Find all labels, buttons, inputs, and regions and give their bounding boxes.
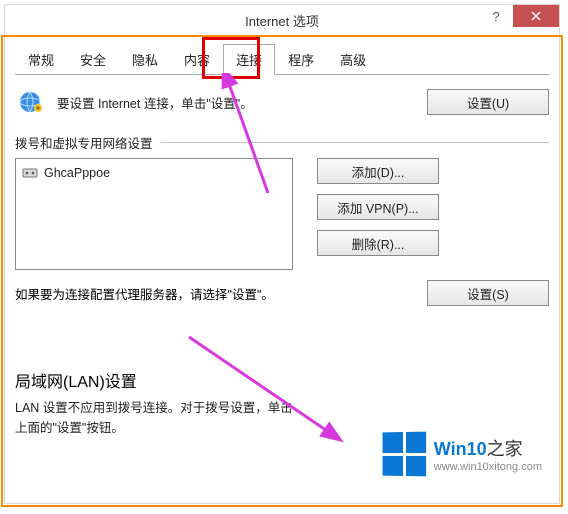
tab-connections[interactable]: 连接 bbox=[223, 44, 275, 75]
proxy-text: 如果要为连接配置代理服务器，请选择"设置"。 bbox=[15, 284, 417, 303]
watermark: Win10之家 www.win10xitong.com bbox=[382, 432, 542, 476]
close-icon bbox=[531, 11, 541, 21]
connections-listbox[interactable]: GhcaPppoe bbox=[15, 158, 293, 270]
setup-button[interactable]: 设置(U) bbox=[427, 89, 549, 115]
setup-row: 要设置 Internet 连接，单击"设置"。 设置(U) bbox=[17, 89, 549, 115]
setup-text: 要设置 Internet 连接，单击"设置"。 bbox=[57, 93, 417, 112]
titlebar: Internet 选项 ? bbox=[5, 5, 559, 35]
list-item-label: GhcaPppoe bbox=[44, 166, 110, 180]
windows-logo-icon bbox=[382, 432, 426, 477]
tab-programs[interactable]: 程序 bbox=[275, 44, 327, 74]
add-button[interactable]: 添加(D)... bbox=[317, 158, 439, 184]
tab-bar: 常规 安全 隐私 内容 连接 程序 高级 bbox=[15, 45, 549, 75]
tab-general[interactable]: 常规 bbox=[15, 44, 67, 74]
lan-group-text: 局域网(LAN)设置 bbox=[15, 368, 137, 392]
window-title: Internet 选项 bbox=[245, 11, 319, 30]
dial-group-text: 拨号和虚拟专用网络设置 bbox=[15, 133, 153, 152]
watermark-brand-a: Win10 bbox=[434, 439, 487, 459]
tab-privacy[interactable]: 隐私 bbox=[119, 44, 171, 74]
watermark-brand-b: 之家 bbox=[487, 439, 523, 459]
remove-button[interactable]: 删除(R)... bbox=[317, 230, 439, 256]
tab-security[interactable]: 安全 bbox=[67, 44, 119, 74]
dial-row: GhcaPppoe 添加(D)... 添加 VPN(P)... 删除(R)... bbox=[15, 158, 549, 270]
divider bbox=[161, 142, 549, 143]
add-vpn-button[interactable]: 添加 VPN(P)... bbox=[317, 194, 439, 220]
close-button[interactable] bbox=[513, 5, 559, 27]
help-button[interactable]: ? bbox=[481, 5, 511, 27]
tab-content[interactable]: 内容 bbox=[171, 44, 223, 74]
proxy-row: 如果要为连接配置代理服务器，请选择"设置"。 设置(S) bbox=[15, 280, 549, 306]
dial-group-label: 拨号和虚拟专用网络设置 bbox=[15, 133, 549, 152]
list-item[interactable]: GhcaPppoe bbox=[20, 163, 288, 183]
lan-description: LAN 设置不应用到拨号连接。对于拨号设置，单击上面的"设置"按钮。 bbox=[15, 398, 305, 438]
dial-buttons: 添加(D)... 添加 VPN(P)... 删除(R)... bbox=[307, 158, 439, 270]
watermark-url: www.win10xitong.com bbox=[434, 461, 542, 473]
tab-advanced[interactable]: 高级 bbox=[327, 44, 379, 74]
lan-group-label: 局域网(LAN)设置 bbox=[15, 368, 549, 392]
dialog-window: Internet 选项 ? 常规 安全 隐私 内容 连接 程序 高级 要设置 I… bbox=[4, 4, 560, 504]
connection-icon bbox=[22, 165, 38, 181]
globe-icon bbox=[17, 89, 43, 115]
dial-settings-button[interactable]: 设置(S) bbox=[427, 280, 549, 306]
watermark-text: Win10之家 www.win10xitong.com bbox=[434, 435, 542, 473]
